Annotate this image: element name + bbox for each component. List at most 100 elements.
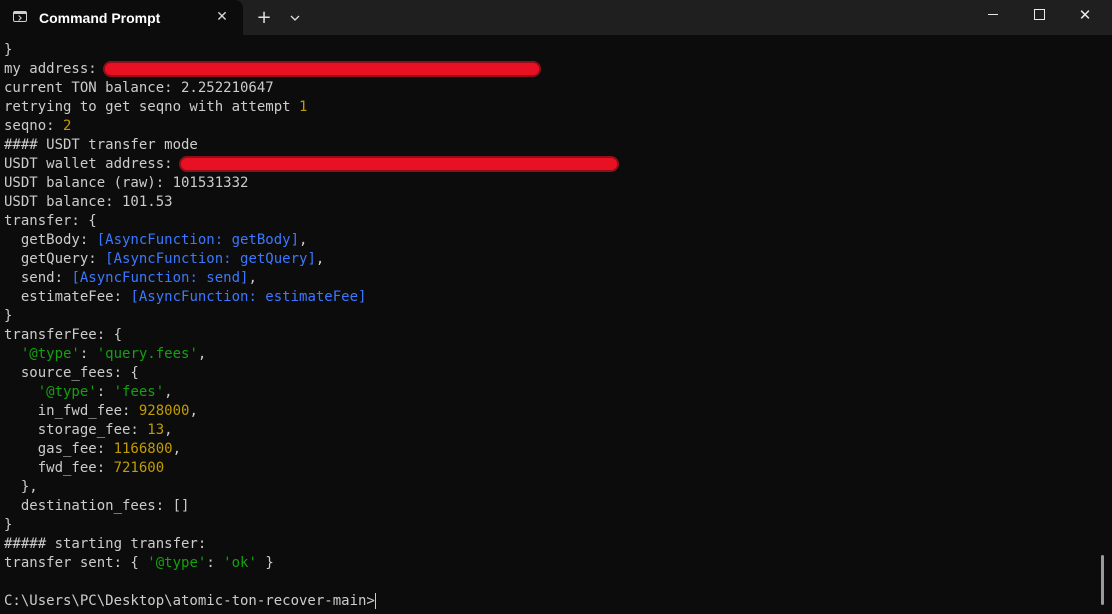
output-text: USDT wallet address:	[4, 156, 182, 172]
output-line: send: [AsyncFunction: send],	[4, 269, 617, 288]
output-text: ,	[164, 422, 173, 438]
tab-title: Command Prompt	[39, 10, 161, 26]
output-text: transfer: {	[4, 213, 97, 229]
output-line: transfer: {	[4, 212, 617, 231]
output-text: estimateFee:	[4, 289, 131, 305]
output-line: '@type': 'query.fees',	[4, 345, 617, 364]
output-line: source_fees: {	[4, 364, 617, 383]
title-bar: Command Prompt ✕ + ✕	[0, 0, 1112, 35]
output-text: ,	[164, 384, 173, 400]
vertical-scrollbar[interactable]	[1101, 555, 1104, 605]
output-line: destination_fees: []	[4, 497, 617, 516]
output-line: USDT balance: 101.53	[4, 193, 617, 212]
close-window-button[interactable]: ✕	[1062, 0, 1108, 32]
output-text: }	[4, 308, 13, 324]
terminal-icon	[13, 11, 27, 22]
output-text: getQuery:	[4, 251, 106, 267]
output-line: ##### starting transfer:	[4, 535, 617, 554]
output-text: #### USDT transfer mode	[4, 137, 198, 153]
output-text: fwd_fee:	[4, 460, 114, 476]
maximize-button[interactable]	[1016, 0, 1062, 32]
output-text: }	[256, 555, 274, 571]
output-text: transfer sent: {	[4, 555, 148, 571]
output-line: estimateFee: [AsyncFunction: estimateFee…	[4, 288, 617, 307]
chevron-down-icon[interactable]	[287, 10, 303, 26]
output-text: seqno:	[4, 118, 64, 134]
output-text: gas_fee:	[4, 441, 114, 457]
output-line: gas_fee: 1166800,	[4, 440, 617, 459]
close-tab-icon[interactable]: ✕	[213, 8, 231, 26]
output-text: source_fees: {	[4, 365, 139, 381]
output-text: }	[4, 517, 13, 533]
output-text: [AsyncFunction: estimateFee]	[130, 289, 367, 305]
output-line: my address:	[4, 60, 617, 79]
output-text: getBody:	[4, 232, 97, 248]
output-line: }	[4, 41, 617, 60]
output-text: USDT balance (raw): 101531332	[4, 175, 249, 191]
output-text: in_fwd_fee:	[4, 403, 139, 419]
redacted-address	[105, 63, 540, 75]
output-line: USDT balance (raw): 101531332	[4, 174, 617, 193]
output-line: storage_fee: 13,	[4, 421, 617, 440]
output-text: ,	[197, 346, 207, 362]
output-text: [AsyncFunction: getQuery]	[105, 251, 316, 267]
output-text: 'fees'	[113, 384, 165, 400]
output-text: '@type'	[20, 346, 80, 362]
output-line: #### USDT transfer mode	[4, 136, 617, 155]
output-text: },	[4, 479, 38, 495]
tab-command-prompt[interactable]: Command Prompt ✕	[0, 0, 243, 35]
output-text: ##### starting transfer:	[4, 536, 207, 552]
output-text: 1166800	[113, 441, 173, 457]
command-prompt-line[interactable]: C:\Users\PC\Desktop\atomic-ton-recover-m…	[4, 592, 376, 611]
output-text: 2	[63, 118, 72, 134]
terminal-output[interactable]: } my address: current TON balance: 2.2522…	[0, 35, 1112, 614]
output-line: getBody: [AsyncFunction: getBody],	[4, 231, 617, 250]
output-text: ,	[189, 403, 198, 419]
minimize-button[interactable]	[970, 0, 1016, 32]
output-text: 1	[299, 99, 308, 115]
output-text: transferFee: {	[4, 327, 123, 343]
output-text: [AsyncFunction: getBody]	[96, 232, 300, 248]
output-line: current TON balance: 2.252210647	[4, 79, 617, 98]
new-tab-button[interactable]: +	[254, 8, 274, 28]
output-text: retrying to get seqno with attempt	[4, 99, 300, 115]
output-text: 'query.fees'	[96, 346, 198, 362]
output-line: seqno: 2	[4, 117, 617, 136]
output-text: destination_fees: []	[4, 498, 190, 514]
output-text: }	[4, 42, 13, 58]
output-line: fwd_fee: 721600	[4, 459, 617, 478]
close-icon: ✕	[1078, 6, 1092, 24]
output-text: '@type'	[37, 384, 97, 400]
output-text: :	[206, 555, 224, 571]
output-text: '@type'	[147, 555, 207, 571]
output-line: '@type': 'fees',	[4, 383, 617, 402]
maximize-icon	[1034, 9, 1045, 20]
output-text: storage_fee:	[4, 422, 148, 438]
output-line: transferFee: {	[4, 326, 617, 345]
output-text: ,	[172, 441, 182, 457]
output-text: ,	[299, 232, 308, 248]
redacted-address	[181, 158, 618, 170]
output-line: getQuery: [AsyncFunction: getQuery],	[4, 250, 617, 269]
output-line: USDT wallet address:	[4, 155, 618, 174]
output-text: [AsyncFunction: send]	[71, 270, 249, 286]
output-text: 721600	[113, 460, 165, 476]
output-line: retrying to get seqno with attempt 1	[4, 98, 617, 117]
output-line: transfer sent: { '@type': 'ok' }	[4, 554, 617, 573]
output-text: 928000	[138, 403, 190, 419]
output-text: USDT balance: 101.53	[4, 194, 173, 210]
output-text: current TON balance: 2.252210647	[4, 80, 274, 96]
output-text: :	[79, 346, 97, 362]
output-text: my address:	[4, 61, 106, 77]
output-text: ,	[315, 251, 325, 267]
output-lines: } my address: current TON balance: 2.2522…	[4, 41, 618, 573]
output-text: :	[96, 384, 114, 400]
prompt-path: C:\Users\PC\Desktop\atomic-ton-recover-m…	[4, 593, 375, 609]
output-line: }	[4, 516, 617, 535]
output-line: in_fwd_fee: 928000,	[4, 402, 617, 421]
minimize-icon	[988, 14, 998, 15]
output-line: },	[4, 478, 617, 497]
output-text: 13	[147, 422, 165, 438]
